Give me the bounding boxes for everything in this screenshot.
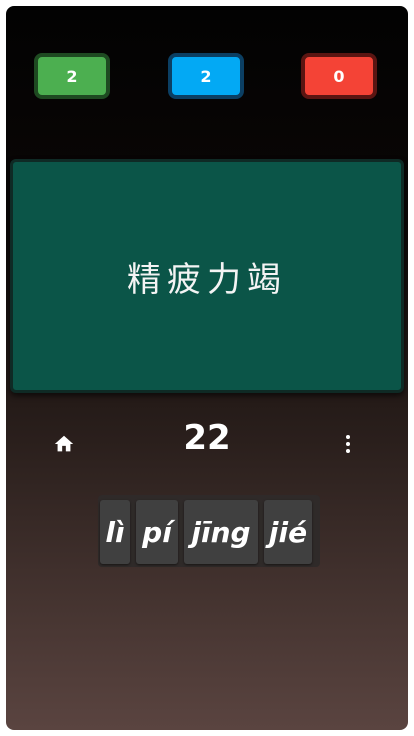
score-red-badge: 0: [301, 53, 377, 99]
score-green-badge: 2: [34, 53, 110, 99]
app-screen: 2 2 0 精疲力竭 22 lì pí jīng jié: [6, 6, 408, 730]
pinyin-tile[interactable]: pí: [136, 500, 178, 564]
score-blue-value: 2: [200, 66, 212, 86]
pinyin-tile[interactable]: jīng: [184, 500, 258, 564]
score-green-value: 2: [66, 66, 78, 86]
score-red-value: 0: [333, 66, 345, 86]
remaining-count: 22: [183, 418, 231, 458]
pinyin-tile[interactable]: jié: [264, 500, 312, 564]
pinyin-tile[interactable]: lì: [100, 500, 130, 564]
home-icon: [54, 435, 74, 452]
more-menu-button[interactable]: [336, 430, 360, 458]
idiom-text: 精疲力竭: [127, 259, 287, 300]
home-button[interactable]: [50, 430, 78, 458]
more-vertical-icon: [346, 435, 350, 439]
score-blue-badge: 2: [168, 53, 244, 99]
idiom-card: 精疲力竭: [10, 159, 404, 393]
pinyin-tile-tray: lì pí jīng jié: [98, 495, 320, 567]
